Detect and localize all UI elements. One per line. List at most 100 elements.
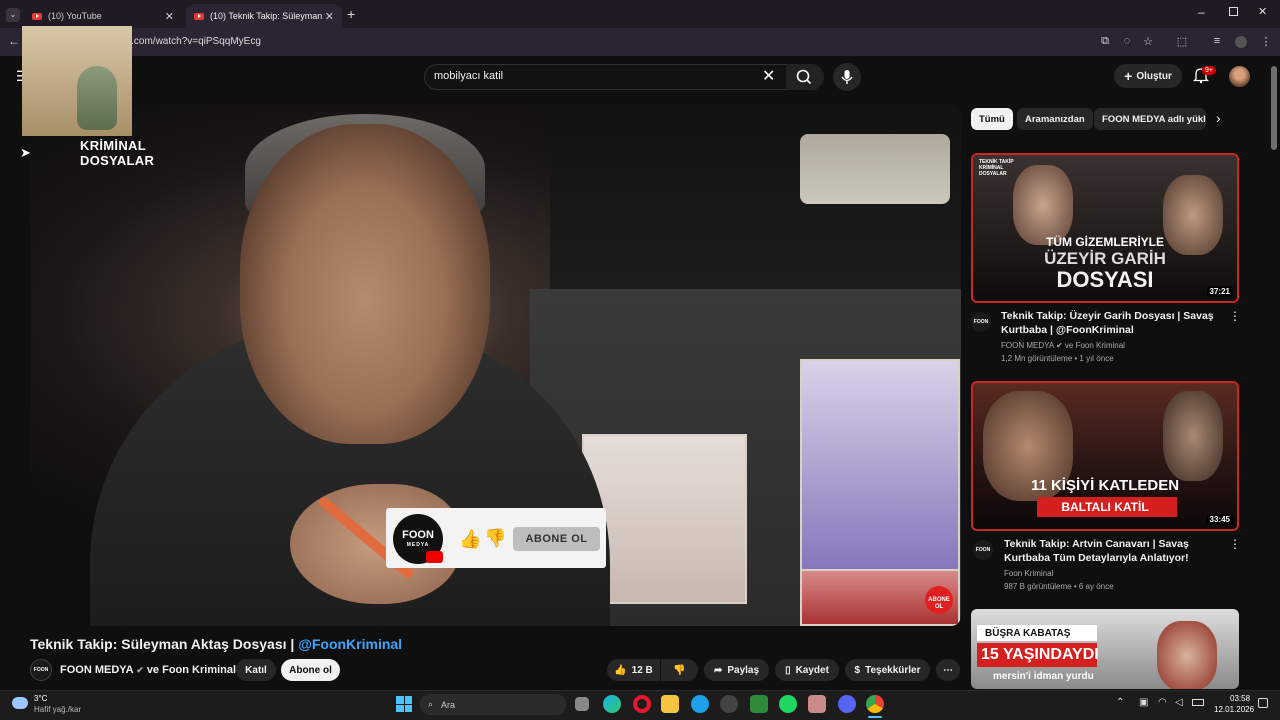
- chip-from-search[interactable]: Aramanızdan: [1017, 108, 1093, 130]
- thumb-headline: 11 KİŞİYİ KATLEDEN: [1030, 477, 1180, 494]
- watermark-text: ABONE: [928, 597, 950, 603]
- thumbs-up-icon: 👍: [614, 664, 627, 676]
- logo-text: FOON: [402, 529, 434, 541]
- chip-from-uploader[interactable]: FOON MEDYA adlı yükleyiciden: [1094, 108, 1206, 130]
- thumbs-down-icon: 👎: [673, 664, 686, 676]
- tray-chevron-icon[interactable]: ⌃: [1116, 697, 1124, 708]
- channel-avatar[interactable]: FOON: [973, 540, 993, 560]
- clear-search-icon[interactable]: ✕: [762, 66, 775, 86]
- restore-window-icon[interactable]: [1229, 7, 1238, 16]
- thumb-headline: DOSYASI: [1056, 267, 1154, 292]
- close-tab-icon[interactable]: ✕: [165, 10, 174, 23]
- browser-tab-video[interactable]: (10) Teknik Takip: Süleyman Akt ✕: [186, 4, 342, 28]
- thumb-headline: ÜZEYİR GARİH: [1044, 249, 1166, 268]
- video-duration: 37:21: [1206, 286, 1233, 297]
- thumb-person: [1013, 165, 1073, 245]
- new-tab-icon[interactable]: +: [347, 6, 355, 22]
- more-vertical-icon[interactable]: ⋮: [1229, 537, 1241, 551]
- channel-handle-link[interactable]: @FoonKriminal: [298, 636, 402, 652]
- like-button[interactable]: 👍 12 B: [607, 659, 660, 681]
- subscribe-watermark-button[interactable]: ABONE OL: [925, 586, 953, 614]
- file-explorer-icon[interactable]: [661, 695, 679, 713]
- search-input[interactable]: mobilyacı katil: [434, 70, 503, 82]
- browser-menu-icon[interactable]: ⋮: [1259, 35, 1273, 48]
- channel-avatar[interactable]: FOON: [30, 659, 52, 681]
- task-view-icon[interactable]: [575, 697, 589, 711]
- subscribe-button[interactable]: Abone ol: [281, 659, 340, 681]
- plus-icon: +: [1124, 68, 1133, 84]
- recommendation-thumbnail[interactable]: TEKNİK TAKİP KRİMİNAL DOSYALAR TÜM GİZEM…: [971, 153, 1239, 303]
- clock-time[interactable]: 03:58: [1230, 694, 1250, 703]
- thumb-person: [1163, 391, 1223, 481]
- thumb-headline: TÜM GİZEMLERİYLE: [1046, 235, 1164, 249]
- back-icon[interactable]: ←: [8, 34, 20, 48]
- clock-date[interactable]: 12.01.2026: [1214, 705, 1254, 714]
- reading-list-icon[interactable]: ≡: [1210, 35, 1224, 47]
- join-button[interactable]: Katıl: [236, 659, 276, 681]
- minimize-window-icon[interactable]: –: [1198, 5, 1205, 19]
- github-desktop-icon[interactable]: [720, 695, 738, 713]
- more-actions-button[interactable]: ⋯: [936, 659, 960, 681]
- tray-app-icon[interactable]: ▣: [1139, 697, 1148, 708]
- thanks-button[interactable]: $ Teşekkürler: [845, 659, 930, 681]
- close-tab-icon[interactable]: ✕: [325, 10, 334, 23]
- spotify-icon[interactable]: [779, 695, 797, 713]
- messaging-app-icon[interactable]: [691, 695, 709, 713]
- thumb-headline: BALTALI KATİL: [1061, 500, 1149, 514]
- solitaire-app-icon[interactable]: [750, 695, 768, 713]
- recommendation-channel[interactable]: FOON MEDYA ✔ ve Foon Kriminal: [1001, 339, 1125, 352]
- channel-avatar[interactable]: FOON: [971, 312, 991, 332]
- edge-browser-icon[interactable]: [603, 695, 621, 713]
- install-app-icon[interactable]: ⧉: [1098, 35, 1112, 48]
- chrome-browser-icon[interactable]: [866, 695, 884, 713]
- verified-icon: ✔: [1055, 341, 1063, 350]
- profile-icon[interactable]: [1235, 36, 1247, 48]
- create-button[interactable]: + Oluştur: [1114, 64, 1182, 88]
- channel-name[interactable]: FOON MEDYA ✔ ve Foon Kriminal: [60, 664, 236, 676]
- search-button[interactable]: [786, 64, 824, 90]
- youtube-play-icon: [426, 551, 443, 563]
- thumb-caption: mersin'i idman yurdu: [993, 671, 1094, 682]
- recommendation-thumbnail[interactable]: BÜŞRA KABATAŞ 15 YAŞINDAYDI mersin'i idm…: [971, 609, 1239, 689]
- recommendation-channel[interactable]: Foon Kriminal: [1004, 567, 1053, 580]
- notification-center-icon[interactable]: [1258, 698, 1268, 708]
- save-button[interactable]: ▯ Kaydet: [775, 659, 839, 681]
- wifi-icon[interactable]: ◠: [1158, 697, 1167, 708]
- volume-icon[interactable]: ◁: [1175, 697, 1183, 708]
- notification-count-badge: 9+: [1202, 66, 1216, 75]
- recommendation-title[interactable]: Teknik Takip: Artvin Canavarı | Savaş Ku…: [1004, 537, 1226, 565]
- weather-icon[interactable]: [12, 697, 28, 709]
- youtube-favicon-icon: [32, 12, 42, 20]
- photos-app-icon[interactable]: [808, 695, 826, 713]
- promo-subscribe-button[interactable]: ABONE OL: [513, 527, 600, 551]
- extensions-icon[interactable]: ⬚: [1175, 35, 1189, 48]
- recommendation-title[interactable]: Teknik Takip: Üzeyir Garih Dosyası | Sav…: [1001, 309, 1223, 337]
- windows-start-icon[interactable]: [396, 696, 412, 712]
- more-vertical-icon[interactable]: ⋮: [1229, 309, 1241, 323]
- share-button[interactable]: ➦ Paylaş: [704, 659, 769, 681]
- page-scrollbar[interactable]: [1271, 66, 1277, 150]
- weather-description[interactable]: Hafif yağ./kar: [34, 705, 81, 714]
- account-avatar[interactable]: [1229, 66, 1250, 87]
- recommendation-thumbnail[interactable]: 11 KİŞİYİ KATLEDEN BALTALI KATİL 33:45: [971, 381, 1239, 531]
- eye-off-icon[interactable]: ◌: [1120, 35, 1134, 47]
- chevron-right-icon[interactable]: ›: [1216, 110, 1221, 126]
- chip-all[interactable]: Tümü: [971, 108, 1013, 130]
- browser-tab-youtube[interactable]: (10) YouTube ✕: [24, 4, 182, 28]
- battery-icon[interactable]: [1192, 699, 1204, 706]
- bookmark-star-icon[interactable]: ☆: [1141, 35, 1155, 48]
- voice-search-button[interactable]: [833, 63, 861, 91]
- dislike-button[interactable]: 👎: [661, 659, 698, 681]
- thumbs-up-icon: 👍: [459, 529, 482, 549]
- search-icon: [796, 69, 812, 85]
- verified-icon: ✔: [136, 665, 144, 675]
- discord-icon[interactable]: [838, 695, 856, 713]
- close-window-icon[interactable]: ✕: [1258, 5, 1267, 18]
- picture-in-picture-thumbnail[interactable]: [22, 26, 132, 136]
- opera-browser-icon[interactable]: [633, 695, 651, 713]
- tab-search-icon[interactable]: ⌄: [6, 8, 20, 22]
- url-field[interactable]: be.com/watch?v=qiPSqqMyEcg: [120, 36, 261, 47]
- recommendation-stats: 987 B görüntüleme • 6 ay önce: [1004, 582, 1114, 591]
- taskbar-search[interactable]: ⌕ Ara: [420, 694, 566, 715]
- weather-temperature[interactable]: 3°C: [34, 694, 47, 703]
